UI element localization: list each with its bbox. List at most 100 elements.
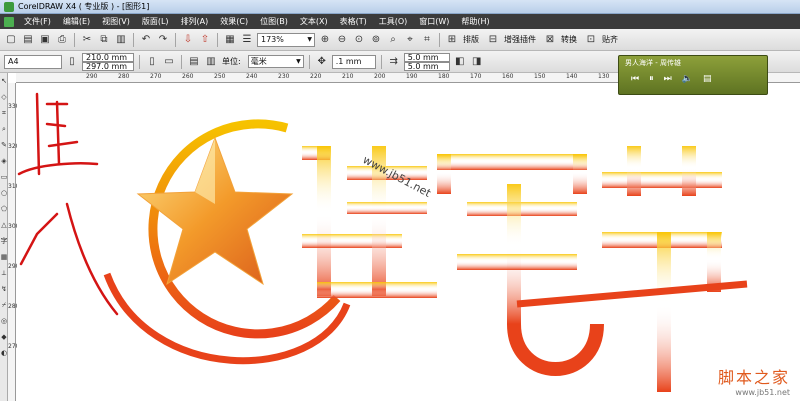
ruler-tick: 280 xyxy=(118,73,130,80)
toolbar-divider xyxy=(439,32,440,47)
window-title: CorelDRAW X4 ( 专业版 ) - [图形1] xyxy=(18,2,150,11)
application-launcher-icon[interactable]: ▦ xyxy=(223,33,237,47)
save-icon[interactable]: ▣ xyxy=(38,33,52,47)
eyedropper-tool-icon[interactable]: ⌿ xyxy=(0,297,8,313)
portrait-icon[interactable]: ▯ xyxy=(145,55,159,69)
duplicate-distance: 5.0 mm 5.0 mm xyxy=(403,52,450,71)
rectangle-tool-icon[interactable]: ▭ xyxy=(0,169,8,185)
connector-tool-icon[interactable]: ↯ xyxy=(0,281,8,297)
import-icon[interactable]: ⇩ xyxy=(181,33,195,47)
ruler-tick: 270 xyxy=(150,73,162,80)
ellipse-tool-icon[interactable]: ○ xyxy=(0,185,8,201)
duplicate-x-field[interactable]: 5.0 mm xyxy=(403,52,450,62)
zoom-tool-icon[interactable]: ⌕ xyxy=(0,121,8,137)
undo-icon[interactable]: ↶ xyxy=(139,33,153,47)
basic-shapes-icon[interactable]: △ xyxy=(0,217,8,233)
toolbox: ↖ ◇ ⌗ ⌕ ✎ ◈ ▭ ○ ⬠ △ 字 ▦ ⟂ ↯ ⌿ ◎ ◆ ◐ xyxy=(0,73,8,401)
convert-icon[interactable]: ⊠ xyxy=(543,33,557,47)
duplicate-y-field[interactable]: 5.0 mm xyxy=(403,61,450,71)
layout-button[interactable]: 排版 xyxy=(463,34,479,45)
volume-icon[interactable]: 🔈 xyxy=(682,74,693,84)
toolbar-divider xyxy=(175,32,176,47)
current-page-icon[interactable]: ▥ xyxy=(204,55,218,69)
vertical-ruler[interactable]: 330 320 310 300 290 280 270 xyxy=(8,83,19,401)
drawing-canvas[interactable]: www.jb51.net xyxy=(17,84,800,401)
menu-file[interactable]: 文件(F) xyxy=(24,16,51,27)
previous-track-icon[interactable]: ⏮ xyxy=(631,74,639,84)
layout-icon[interactable]: ⊞ xyxy=(445,33,459,47)
landscape-icon[interactable]: ▭ xyxy=(162,55,176,69)
paper-size-value: A4 xyxy=(8,57,19,66)
open-icon[interactable]: ▤ xyxy=(21,33,35,47)
menu-edit[interactable]: 编辑(E) xyxy=(63,16,90,27)
menu-logo-icon xyxy=(4,16,14,27)
watermark-url: www.jb51.net xyxy=(735,388,790,397)
page-dimensions: 210.0 mm 297.0 mm xyxy=(82,52,134,71)
zoom-out-icon[interactable]: ⊖ xyxy=(335,33,349,47)
page-options-icon[interactable]: ◨ xyxy=(470,55,484,69)
snap-align-button[interactable]: 贴齐 xyxy=(602,34,618,45)
paste-align-icon[interactable]: ⊡ xyxy=(584,33,598,47)
menu-text[interactable]: 文本(X) xyxy=(300,16,328,27)
ruler-tick: 220 xyxy=(310,73,322,80)
crop-tool-icon[interactable]: ⌗ xyxy=(0,105,8,121)
zoom-page-icon[interactable]: ⊚ xyxy=(369,33,383,47)
next-track-icon[interactable]: ⏭ xyxy=(664,74,672,84)
convert-button[interactable]: 转换 xyxy=(561,34,577,45)
polygon-tool-icon[interactable]: ⬠ xyxy=(0,201,8,217)
fill-tool-icon[interactable]: ◆ xyxy=(0,329,8,345)
all-pages-icon[interactable]: ▤ xyxy=(187,55,201,69)
nudge-distance-field[interactable]: .1 mm xyxy=(331,54,376,69)
smart-fill-icon[interactable]: ◈ xyxy=(0,153,8,169)
zoom-fit-icon[interactable]: ⊙ xyxy=(352,33,366,47)
ruler-tick: 200 xyxy=(374,73,386,80)
chevron-down-icon: ▼ xyxy=(296,58,301,65)
ruler-tick: 210 xyxy=(342,73,354,80)
treat-as-filled-icon[interactable]: ◧ xyxy=(453,55,467,69)
zoom-width-icon[interactable]: ⌕ xyxy=(386,33,400,47)
music-player[interactable]: 男人海洋 - 周传雄 ⏮ ⏸ ⏭ 🔈 ▤ xyxy=(618,55,768,95)
print-icon[interactable]: ⎙ xyxy=(55,33,69,47)
outline-tool-icon[interactable]: ◎ xyxy=(0,313,8,329)
redo-icon[interactable]: ↷ xyxy=(156,33,170,47)
new-document-icon[interactable]: ▢ xyxy=(4,33,18,47)
table-tool-icon[interactable]: ▦ xyxy=(0,249,8,265)
shape-tool-icon[interactable]: ◇ xyxy=(0,89,8,105)
pick-tool-icon[interactable]: ↖ xyxy=(0,73,8,89)
ruler-tick: 150 xyxy=(534,73,546,80)
zoom-level-select[interactable]: 173% ▼ xyxy=(257,32,315,47)
char-jun xyxy=(437,154,604,376)
menu-tools[interactable]: 工具(O) xyxy=(379,16,408,27)
paper-size-select[interactable]: A4 xyxy=(4,54,62,69)
menu-help[interactable]: 帮助(H) xyxy=(461,16,489,27)
plugins-button[interactable]: 增强插件 xyxy=(504,34,536,45)
menu-effects[interactable]: 效果(C) xyxy=(220,16,248,27)
text-tool-icon[interactable]: 字 xyxy=(0,233,8,249)
cut-icon[interactable]: ✂ xyxy=(80,33,94,47)
interactive-fill-icon[interactable]: ◐ xyxy=(0,345,8,361)
pause-icon[interactable]: ⏸ xyxy=(649,74,654,84)
page-height-field[interactable]: 297.0 mm xyxy=(82,61,134,71)
welcome-screen-icon[interactable]: ☰ xyxy=(240,33,254,47)
zoom-level-value: 173% xyxy=(261,35,284,44)
underline-stroke xyxy=(516,280,748,308)
freehand-tool-icon[interactable]: ✎ xyxy=(0,137,8,153)
menu-view[interactable]: 视图(V) xyxy=(102,16,130,27)
zoom-height-icon[interactable]: ⌖ xyxy=(403,33,417,47)
dimension-tool-icon[interactable]: ⟂ xyxy=(0,265,8,281)
char-jie xyxy=(602,146,722,392)
menu-bitmaps[interactable]: 位图(B) xyxy=(260,16,288,27)
copy-icon[interactable]: ⧉ xyxy=(97,33,111,47)
export-icon[interactable]: ⇧ xyxy=(198,33,212,47)
page-width-field[interactable]: 210.0 mm xyxy=(82,52,134,62)
menu-table[interactable]: 表格(T) xyxy=(340,16,367,27)
plugins-icon[interactable]: ⊟ xyxy=(486,33,500,47)
paste-icon[interactable]: ▥ xyxy=(114,33,128,47)
menu-window[interactable]: 窗口(W) xyxy=(419,16,449,27)
menu-layout[interactable]: 版面(L) xyxy=(142,16,169,27)
units-select[interactable]: 毫米 ▼ xyxy=(247,55,304,68)
zoom-in-icon[interactable]: ⊕ xyxy=(318,33,332,47)
lyrics-icon[interactable]: ▤ xyxy=(703,74,712,84)
snap-icon[interactable]: ⌗ xyxy=(420,33,434,47)
menu-arrange[interactable]: 排列(A) xyxy=(181,16,209,27)
